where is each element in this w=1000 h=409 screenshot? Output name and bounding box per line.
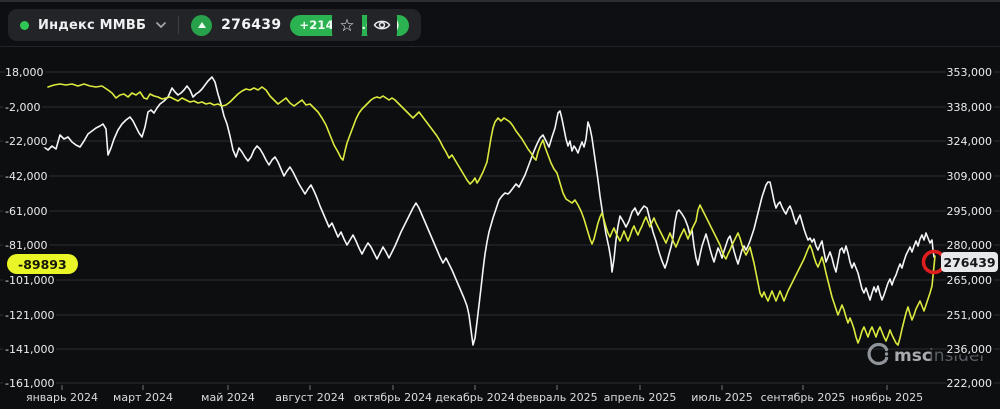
left-axis-label: -42,000 [5, 170, 47, 183]
pill-divider [178, 16, 180, 34]
right-axis-label: 324,000 [947, 135, 993, 148]
right-axis-label: 309,000 [947, 170, 993, 183]
last-price: 276439 [221, 17, 282, 33]
x-axis-label: декабрь 2024 [435, 391, 515, 404]
right-axis-label: 265,000 [947, 274, 993, 287]
watch-button[interactable] [367, 9, 397, 41]
right-axis-last-value-badge: 276439 [941, 252, 998, 272]
right-axis-label: 222,000 [947, 377, 993, 390]
chart-grid-layer [0, 71, 1000, 384]
right-axis-label: 251,000 [947, 309, 993, 322]
left-axis-label: -121,000 [5, 309, 54, 322]
left-axis-label: -61,000 [5, 205, 47, 218]
toolbar: Индекс ММВБ 276439 +214 (+0.08%) ☆ [0, 0, 1000, 47]
left-axis-label: -141,000 [5, 343, 54, 356]
watermark-text-bold: msc [894, 346, 932, 366]
instrument-selector[interactable]: Индекс ММВБ [38, 18, 146, 33]
x-axis-label: ноябрь 2025 [851, 391, 923, 404]
x-axis-label: март 2024 [113, 391, 173, 404]
x-axis-label: май 2024 [201, 391, 255, 404]
x-axis-label: апрель 2025 [604, 391, 677, 404]
left-axis-last-value-badge: -89893 [7, 254, 78, 274]
chart-axis-layer: 18,000 -2,000 -22,000 -42,000 -61,000 -81,000… [3, 64, 995, 405]
favorite-button[interactable]: ☆ [332, 9, 362, 41]
star-icon: ☆ [339, 15, 355, 35]
right-axis-label: 295,000 [947, 205, 993, 218]
right-axis-label: 353,000 [947, 66, 993, 79]
chevron-down-icon[interactable] [156, 22, 166, 28]
left-axis-label: -101,000 [5, 274, 54, 287]
x-axis-label: сентябрь 2025 [761, 391, 846, 404]
left-axis-label: -2,000 [5, 101, 40, 114]
right-axis-label: 338,000 [947, 101, 993, 114]
chart-svg[interactable]: msc insider 18,000-2,000-22,000-42,000-6… [0, 0, 1000, 409]
triangle-up-icon [191, 14, 213, 36]
right-axis-label: 236,000 [947, 343, 993, 356]
eye-icon [373, 20, 391, 30]
x-axis-label: февраль 2025 [516, 391, 597, 404]
x-axis-label: июль 2025 [691, 391, 752, 404]
right-axis-label: 280,000 [947, 239, 993, 252]
watermark-logo-icon [867, 342, 889, 366]
x-axis-label: октябрь 2024 [354, 391, 432, 404]
left-axis-label: -161,000 [5, 377, 54, 390]
left-axis-label: -22,000 [5, 135, 47, 148]
instrument-dot-icon [20, 20, 29, 30]
x-axis-label: январь 2024 [26, 391, 98, 404]
series-money-flow [47, 83, 936, 346]
x-axis-label: август 2024 [275, 391, 344, 404]
left-axis-label: -81,000 [5, 239, 47, 252]
trading-chart-window: msc insider 18,000 -2,000 -22,000 -42,000 -6… [0, 0, 1000, 409]
left-axis-label: 18,000 [5, 66, 44, 79]
